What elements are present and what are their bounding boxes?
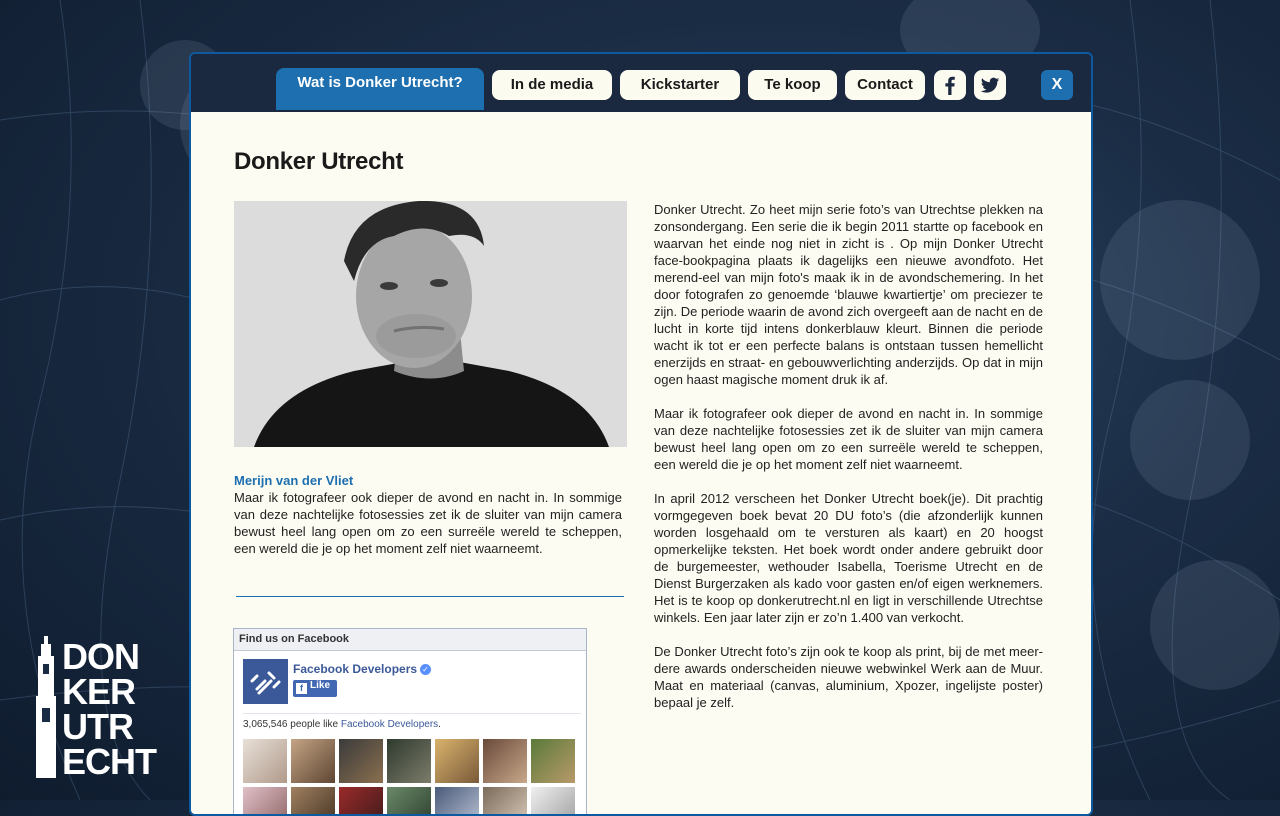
fan-avatar[interactable] [339, 739, 383, 783]
facebook-developers-logo[interactable] [243, 659, 288, 704]
bokeh-light [1150, 560, 1280, 690]
facebook-page-name[interactable]: Facebook Developers [293, 662, 417, 676]
portrait-photo [234, 201, 627, 447]
fan-avatar[interactable] [435, 787, 479, 814]
facebook-like-button[interactable]: f Like [293, 680, 337, 697]
fan-avatar[interactable] [243, 787, 287, 814]
logo-wordmark: DON KER UTR ECHT [62, 636, 157, 782]
facebook-like-box: Find us on Facebook Facebook Developers … [233, 628, 587, 814]
fan-avatar[interactable] [291, 739, 335, 783]
main-content: Donker Utrecht Merijn van der Vliet Maar… [191, 112, 1091, 814]
tab-te-koop[interactable]: Te koop [748, 70, 837, 100]
donker-utrecht-logo[interactable]: DON KER UTR ECHT [34, 636, 157, 781]
tab-kickstarter[interactable]: Kickstarter [620, 70, 740, 100]
close-button[interactable]: X [1041, 70, 1073, 100]
fan-avatar[interactable] [483, 787, 527, 814]
fan-avatar[interactable] [387, 787, 431, 814]
fan-avatar[interactable] [339, 787, 383, 814]
article-text: Donker Utrecht. Zo heet mijn serie foto’… [654, 201, 1043, 728]
bokeh-light [1130, 380, 1250, 500]
fan-avatar[interactable] [291, 787, 335, 814]
article-paragraph: Donker Utrecht. Zo heet mijn serie foto’… [654, 202, 1043, 387]
twitter-icon [980, 77, 1000, 93]
tab-wat-is-donker-utrecht[interactable]: Wat is Donker Utrecht? [276, 68, 484, 110]
fan-avatar[interactable] [531, 739, 575, 783]
fan-avatar[interactable] [483, 739, 527, 783]
facebook-icon [945, 76, 955, 95]
fan-avatar[interactable] [243, 739, 287, 783]
page-title: Donker Utrecht [234, 148, 404, 175]
article-paragraph: In april 2012 verscheen het Donker Utrec… [654, 491, 1043, 625]
tab-contact[interactable]: Contact [845, 70, 925, 100]
photo-caption-name: Merijn van der Vliet [234, 473, 354, 488]
article-paragraph: Maar ik fotografeer ook dieper de avond … [654, 406, 1043, 472]
article-paragraph: De Donker Utrecht foto’s zijn ook te koo… [654, 644, 1043, 710]
verified-badge-icon: ✓ [420, 664, 431, 675]
twitter-button[interactable] [974, 70, 1006, 100]
facebook-f-icon: f [296, 683, 307, 694]
divider [243, 713, 581, 714]
fan-avatar[interactable] [387, 739, 431, 783]
content-panel: Wat is Donker Utrecht? In de media Kicks… [189, 52, 1093, 816]
bokeh-light [1100, 200, 1260, 360]
divider [236, 596, 624, 597]
fan-avatar[interactable] [435, 739, 479, 783]
facebook-page-link[interactable]: Facebook Developers [341, 719, 438, 730]
fan-avatar[interactable] [531, 787, 575, 814]
facebook-box-header: Find us on Facebook [234, 629, 586, 651]
photo-caption-text: Maar ik fotografeer ook dieper de avond … [234, 490, 622, 556]
top-navigation: Wat is Donker Utrecht? In de media Kicks… [191, 54, 1091, 112]
facebook-like-count: 3,065,546 people like Facebook Developer… [243, 719, 441, 730]
facebook-button[interactable] [934, 70, 966, 100]
dom-tower-icon [36, 636, 56, 778]
tab-in-de-media[interactable]: In de media [492, 70, 612, 100]
